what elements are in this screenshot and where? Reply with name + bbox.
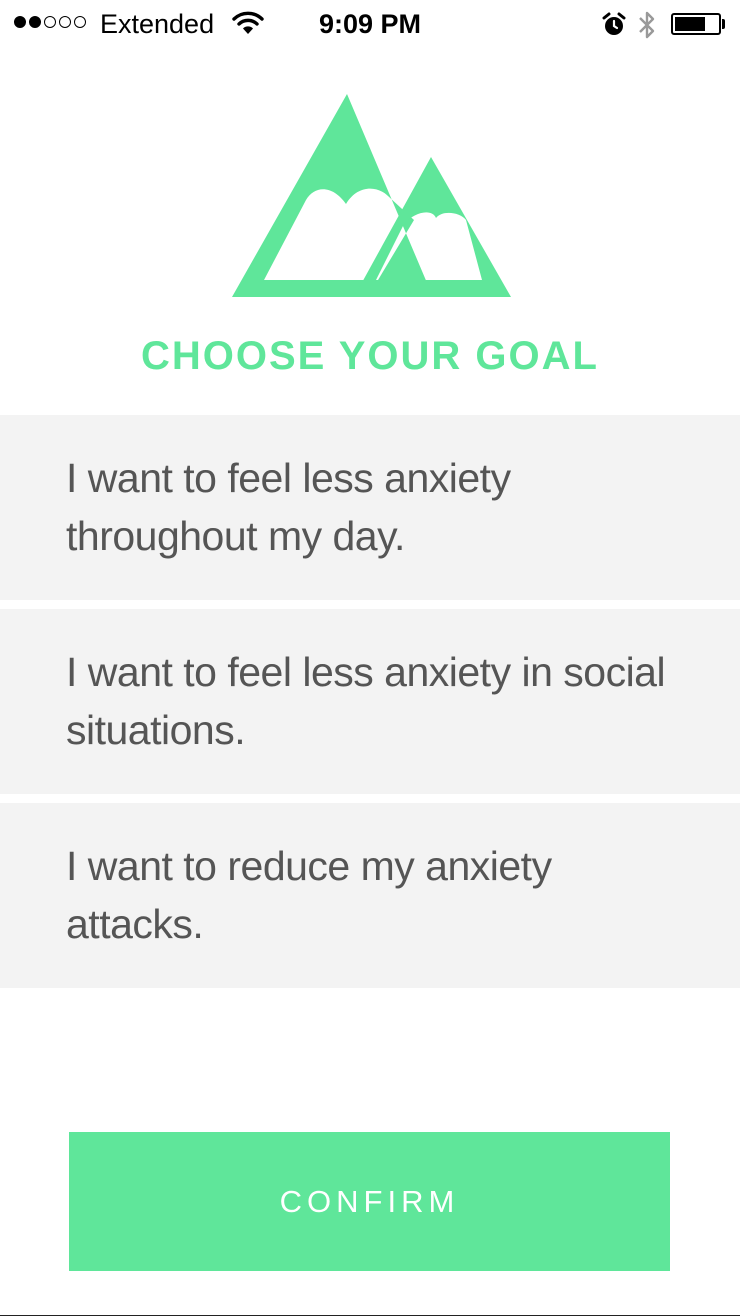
goal-option-label: I want to feel less anxiety throughout m…	[66, 455, 511, 559]
goal-option-anxiety-attacks[interactable]: I want to reduce my anxiety attacks.	[0, 803, 740, 988]
clock: 9:09 PM	[318, 9, 422, 39]
page-title: CHOOSE YOUR GOAL	[141, 334, 599, 378]
goal-option-daily-anxiety[interactable]: I want to feel less anxiety throughout m…	[0, 415, 740, 600]
goal-option-label: I want to reduce my anxiety attacks.	[66, 843, 552, 947]
bluetooth-icon	[637, 9, 657, 46]
goal-option-social-anxiety[interactable]: I want to feel less anxiety in social si…	[0, 609, 740, 794]
battery-tip	[722, 19, 725, 29]
battery-icon	[671, 13, 721, 35]
battery-level-fill	[675, 17, 705, 31]
alarm-icon	[602, 12, 626, 43]
mountains-icon	[228, 92, 514, 305]
goal-option-label: I want to feel less anxiety in social si…	[66, 649, 666, 753]
goal-selection-screen: Extended 9:09 PM CHOOSE YOUR GOAL I want…	[0, 0, 740, 1316]
confirm-button[interactable]: CONFIRM	[69, 1132, 670, 1271]
status-bar: Extended 9:09 PM	[0, 0, 740, 50]
